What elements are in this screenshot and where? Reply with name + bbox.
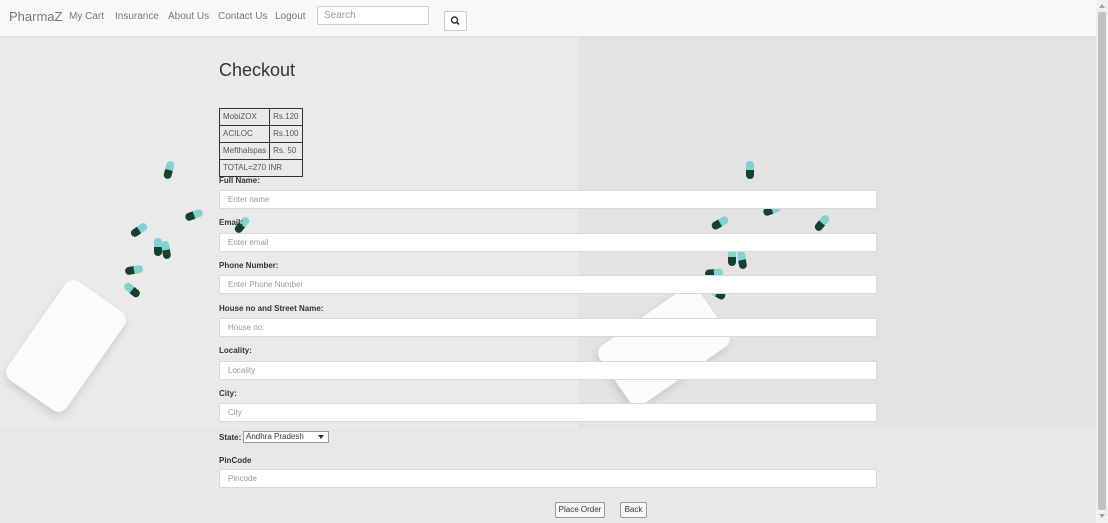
- capsule: [813, 214, 831, 233]
- capsule: [123, 281, 142, 299]
- email-field[interactable]: Enter email: [219, 233, 877, 252]
- email-label: Email:: [219, 218, 244, 227]
- pincode-label: PinCode: [219, 456, 252, 465]
- city-label: City:: [219, 389, 237, 398]
- full-name-field[interactable]: Enter name: [219, 190, 877, 209]
- search-button[interactable]: [444, 11, 467, 31]
- capsule: [163, 160, 175, 179]
- cart-item-price: Rs. 50: [269, 142, 303, 160]
- capsule: [124, 264, 143, 275]
- house-street-label: House no and Street Name:: [219, 304, 324, 313]
- capsule: [184, 208, 204, 222]
- table-row: Mefthalspas Rs. 50: [218, 142, 303, 160]
- scroll-up-arrow-icon[interactable]: [1099, 4, 1105, 8]
- nav-my-cart[interactable]: My Cart: [69, 11, 104, 22]
- house-street-field[interactable]: House no.: [219, 318, 877, 337]
- cart-summary-table: MobiZOX Rs.120 ACILOC Rs.100 Mefthalspas…: [218, 108, 303, 177]
- cart-total: TOTAL=270 INR: [219, 159, 303, 177]
- table-row: ACILOC Rs.100: [218, 125, 303, 143]
- brand-link[interactable]: PharmaZ: [9, 9, 62, 24]
- state-select[interactable]: Andhra Pradesh: [243, 431, 329, 443]
- place-order-button[interactable]: Place Order: [555, 502, 605, 518]
- state-selected-value: Andhra Pradesh: [246, 432, 304, 441]
- cart-item-name: ACILOC: [218, 125, 271, 143]
- cart-item-price: Rs.100: [269, 125, 303, 143]
- scroll-down-arrow-icon[interactable]: [1099, 514, 1105, 518]
- nav-contact-us[interactable]: Contact Us: [218, 11, 267, 22]
- table-row: TOTAL=270 INR: [219, 159, 303, 177]
- locality-field[interactable]: Locality: [219, 361, 877, 380]
- navbar: PharmaZ My Cart Insurance About Us Conta…: [0, 0, 1096, 37]
- nav-insurance[interactable]: Insurance: [115, 11, 159, 22]
- capsule: [710, 215, 730, 231]
- state-label: State:: [219, 433, 242, 442]
- capsule: [129, 222, 148, 239]
- dropdown-arrow-icon: [318, 435, 324, 439]
- cart-item-name: MobiZOX: [218, 108, 271, 126]
- cart-item-price: Rs.120: [269, 108, 303, 126]
- scrollbar-thumb[interactable]: [1098, 12, 1106, 510]
- pill-bottle-left: [2, 276, 130, 416]
- capsule: [746, 161, 754, 179]
- phone-label: Phone Number:: [219, 261, 279, 270]
- city-field[interactable]: City: [219, 403, 877, 422]
- search-icon: [450, 16, 460, 26]
- page-title: Checkout: [219, 60, 296, 80]
- capsule: [736, 250, 747, 269]
- cart-item-name: Mefthalspas: [218, 142, 271, 160]
- pill-bottle-right: [594, 282, 734, 410]
- nav-logout[interactable]: Logout: [275, 11, 306, 22]
- full-name-label: Full Name:: [219, 176, 260, 185]
- pincode-field[interactable]: Pincode: [219, 469, 877, 488]
- search-input[interactable]: Search: [317, 6, 429, 25]
- locality-label: Locality:: [219, 346, 252, 355]
- back-button[interactable]: Back: [620, 502, 647, 518]
- phone-field[interactable]: Enter Phone Number: [219, 275, 877, 294]
- nav-about-us[interactable]: About Us: [168, 11, 209, 22]
- capsule: [160, 240, 171, 259]
- table-row: MobiZOX Rs.120: [218, 108, 303, 126]
